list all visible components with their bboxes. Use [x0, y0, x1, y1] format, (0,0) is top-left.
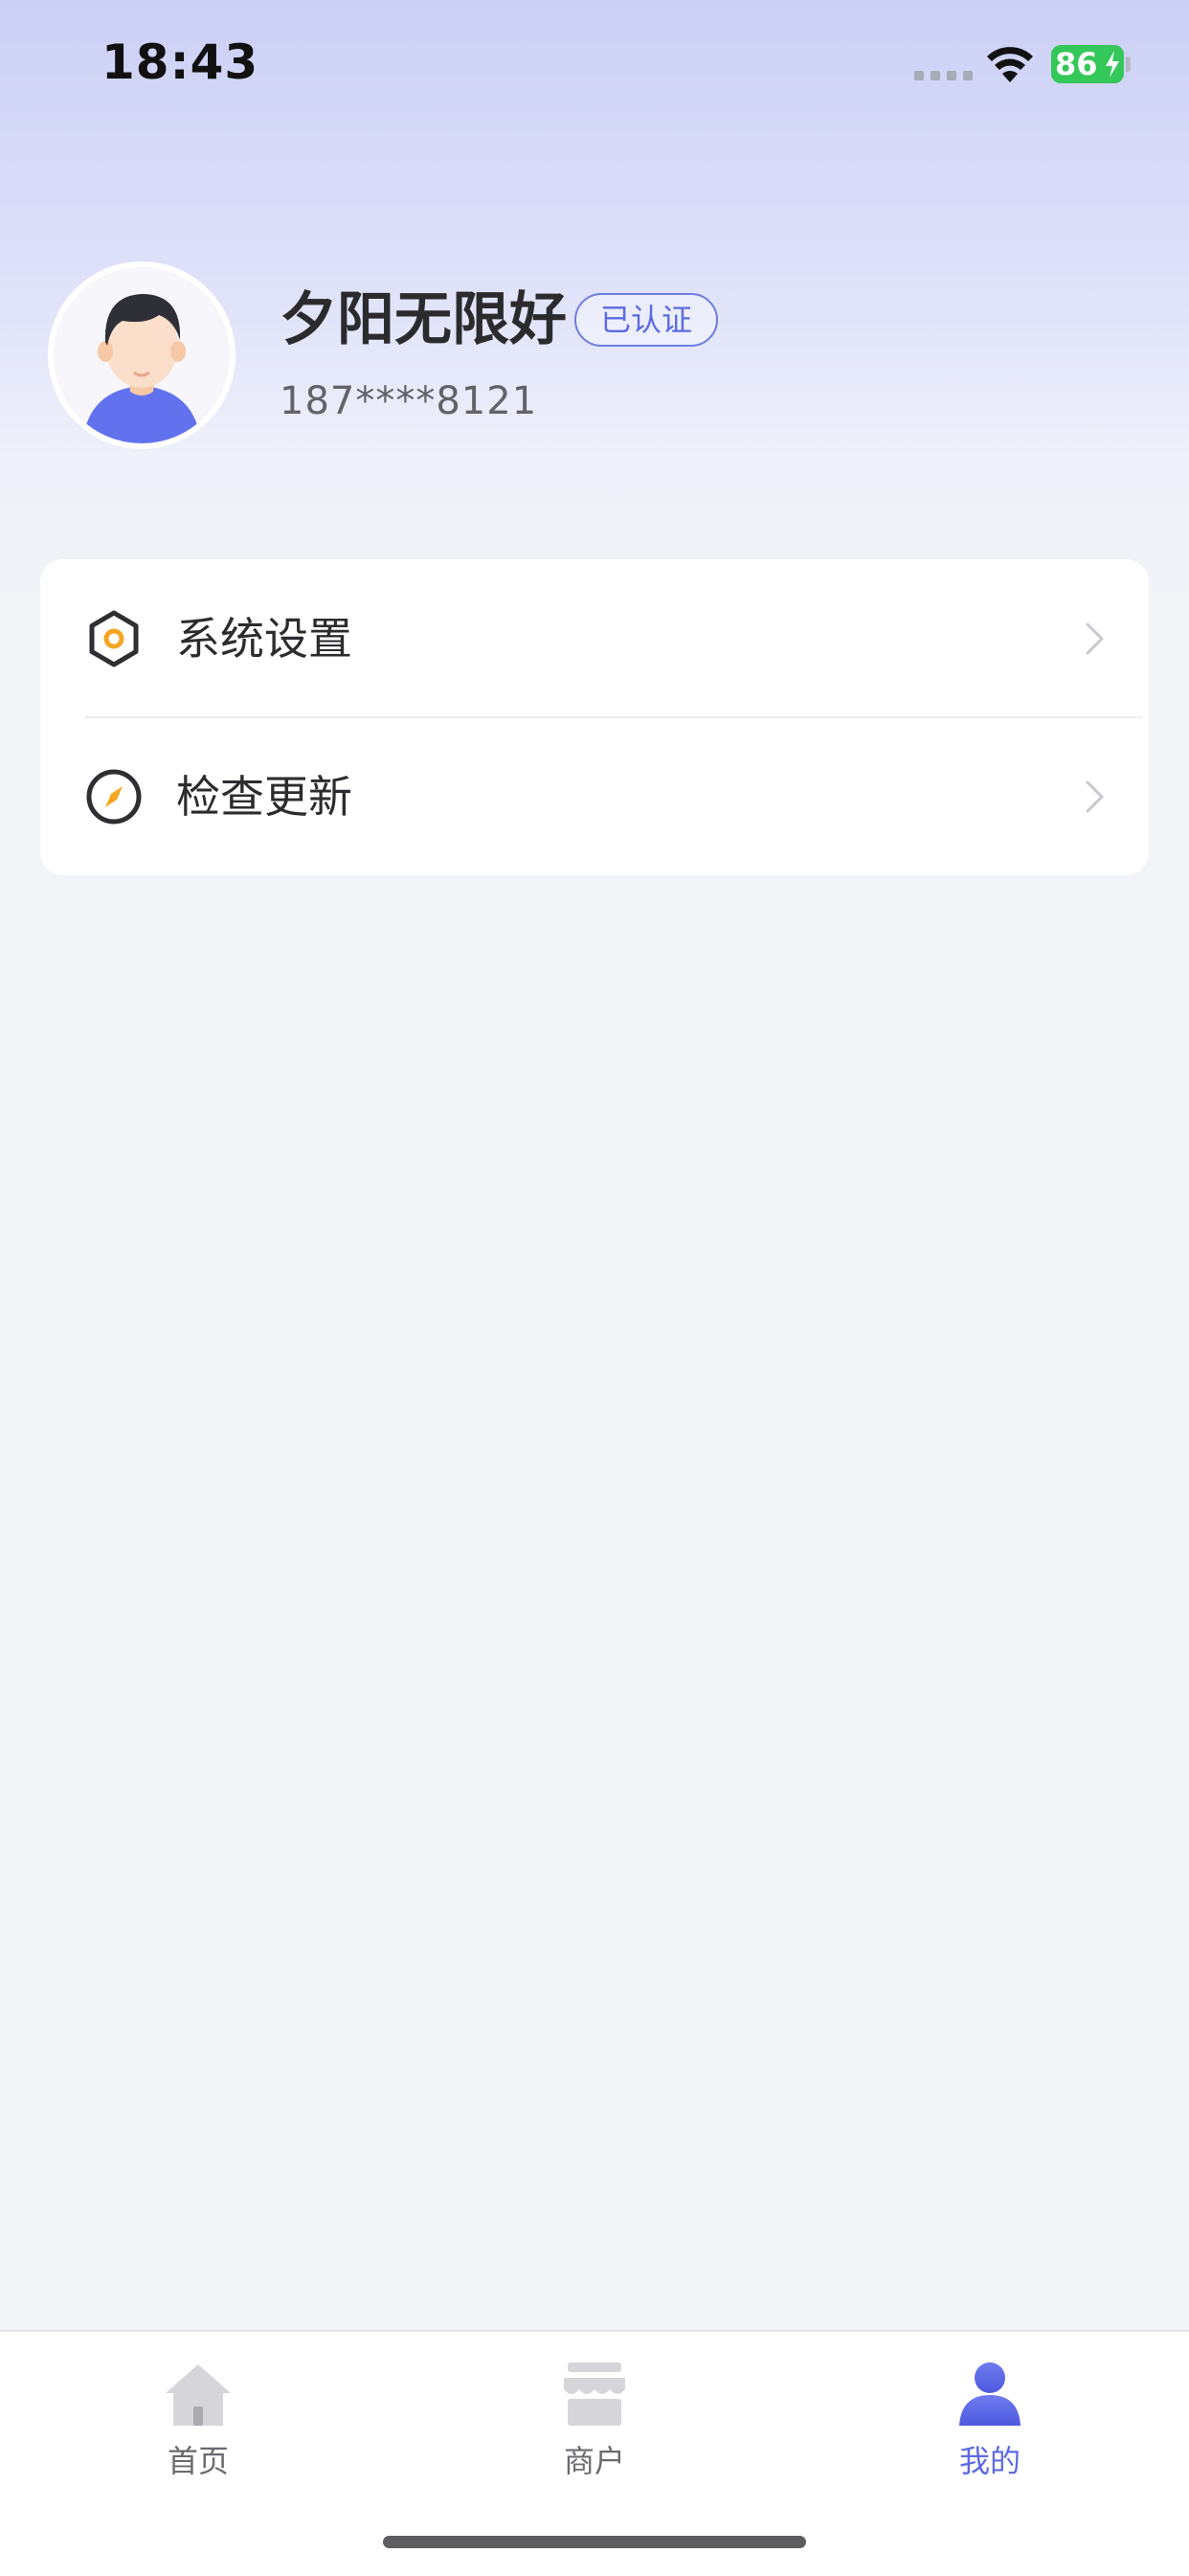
- tab-label: 商户: [563, 2443, 625, 2479]
- verified-badge: 已认证: [574, 293, 718, 347]
- signal-icon: [914, 71, 973, 80]
- tab-home[interactable]: 首页: [102, 2351, 294, 2495]
- home-icon: [166, 2364, 231, 2426]
- menu-item-system-settings[interactable]: 系统设置: [40, 559, 1149, 717]
- person-icon: [959, 2362, 1021, 2426]
- status-bar: 18:43 86: [0, 0, 1189, 134]
- menu-item-check-update[interactable]: 检查更新: [40, 717, 1149, 875]
- status-time: 18:43: [101, 34, 259, 90]
- battery-cap: [1126, 56, 1131, 72]
- wifi-icon: [987, 47, 1033, 82]
- settings-menu-card: 系统设置 检查更新: [40, 559, 1149, 875]
- phone-number: 187****8121: [280, 379, 538, 423]
- avatar[interactable]: [48, 261, 236, 449]
- chevron-right-icon: [1086, 622, 1104, 655]
- tab-label: 我的: [958, 2443, 1021, 2479]
- chevron-right-icon: [1086, 780, 1104, 813]
- charging-bolt-icon: [1106, 51, 1119, 78]
- menu-label: 系统设置: [176, 613, 352, 665]
- tab-mine[interactable]: 我的: [894, 2351, 1086, 2495]
- shop-icon: [564, 2362, 625, 2426]
- home-indicator[interactable]: [383, 2536, 806, 2548]
- tab-label: 首页: [167, 2443, 229, 2479]
- settings-hex-icon: [89, 610, 139, 667]
- compass-icon: [86, 769, 142, 825]
- avatar-icon: [82, 294, 201, 443]
- menu-label: 检查更新: [176, 771, 352, 823]
- tab-merchant[interactable]: 商户: [499, 2351, 690, 2495]
- user-name: 夕阳无限好: [280, 286, 567, 353]
